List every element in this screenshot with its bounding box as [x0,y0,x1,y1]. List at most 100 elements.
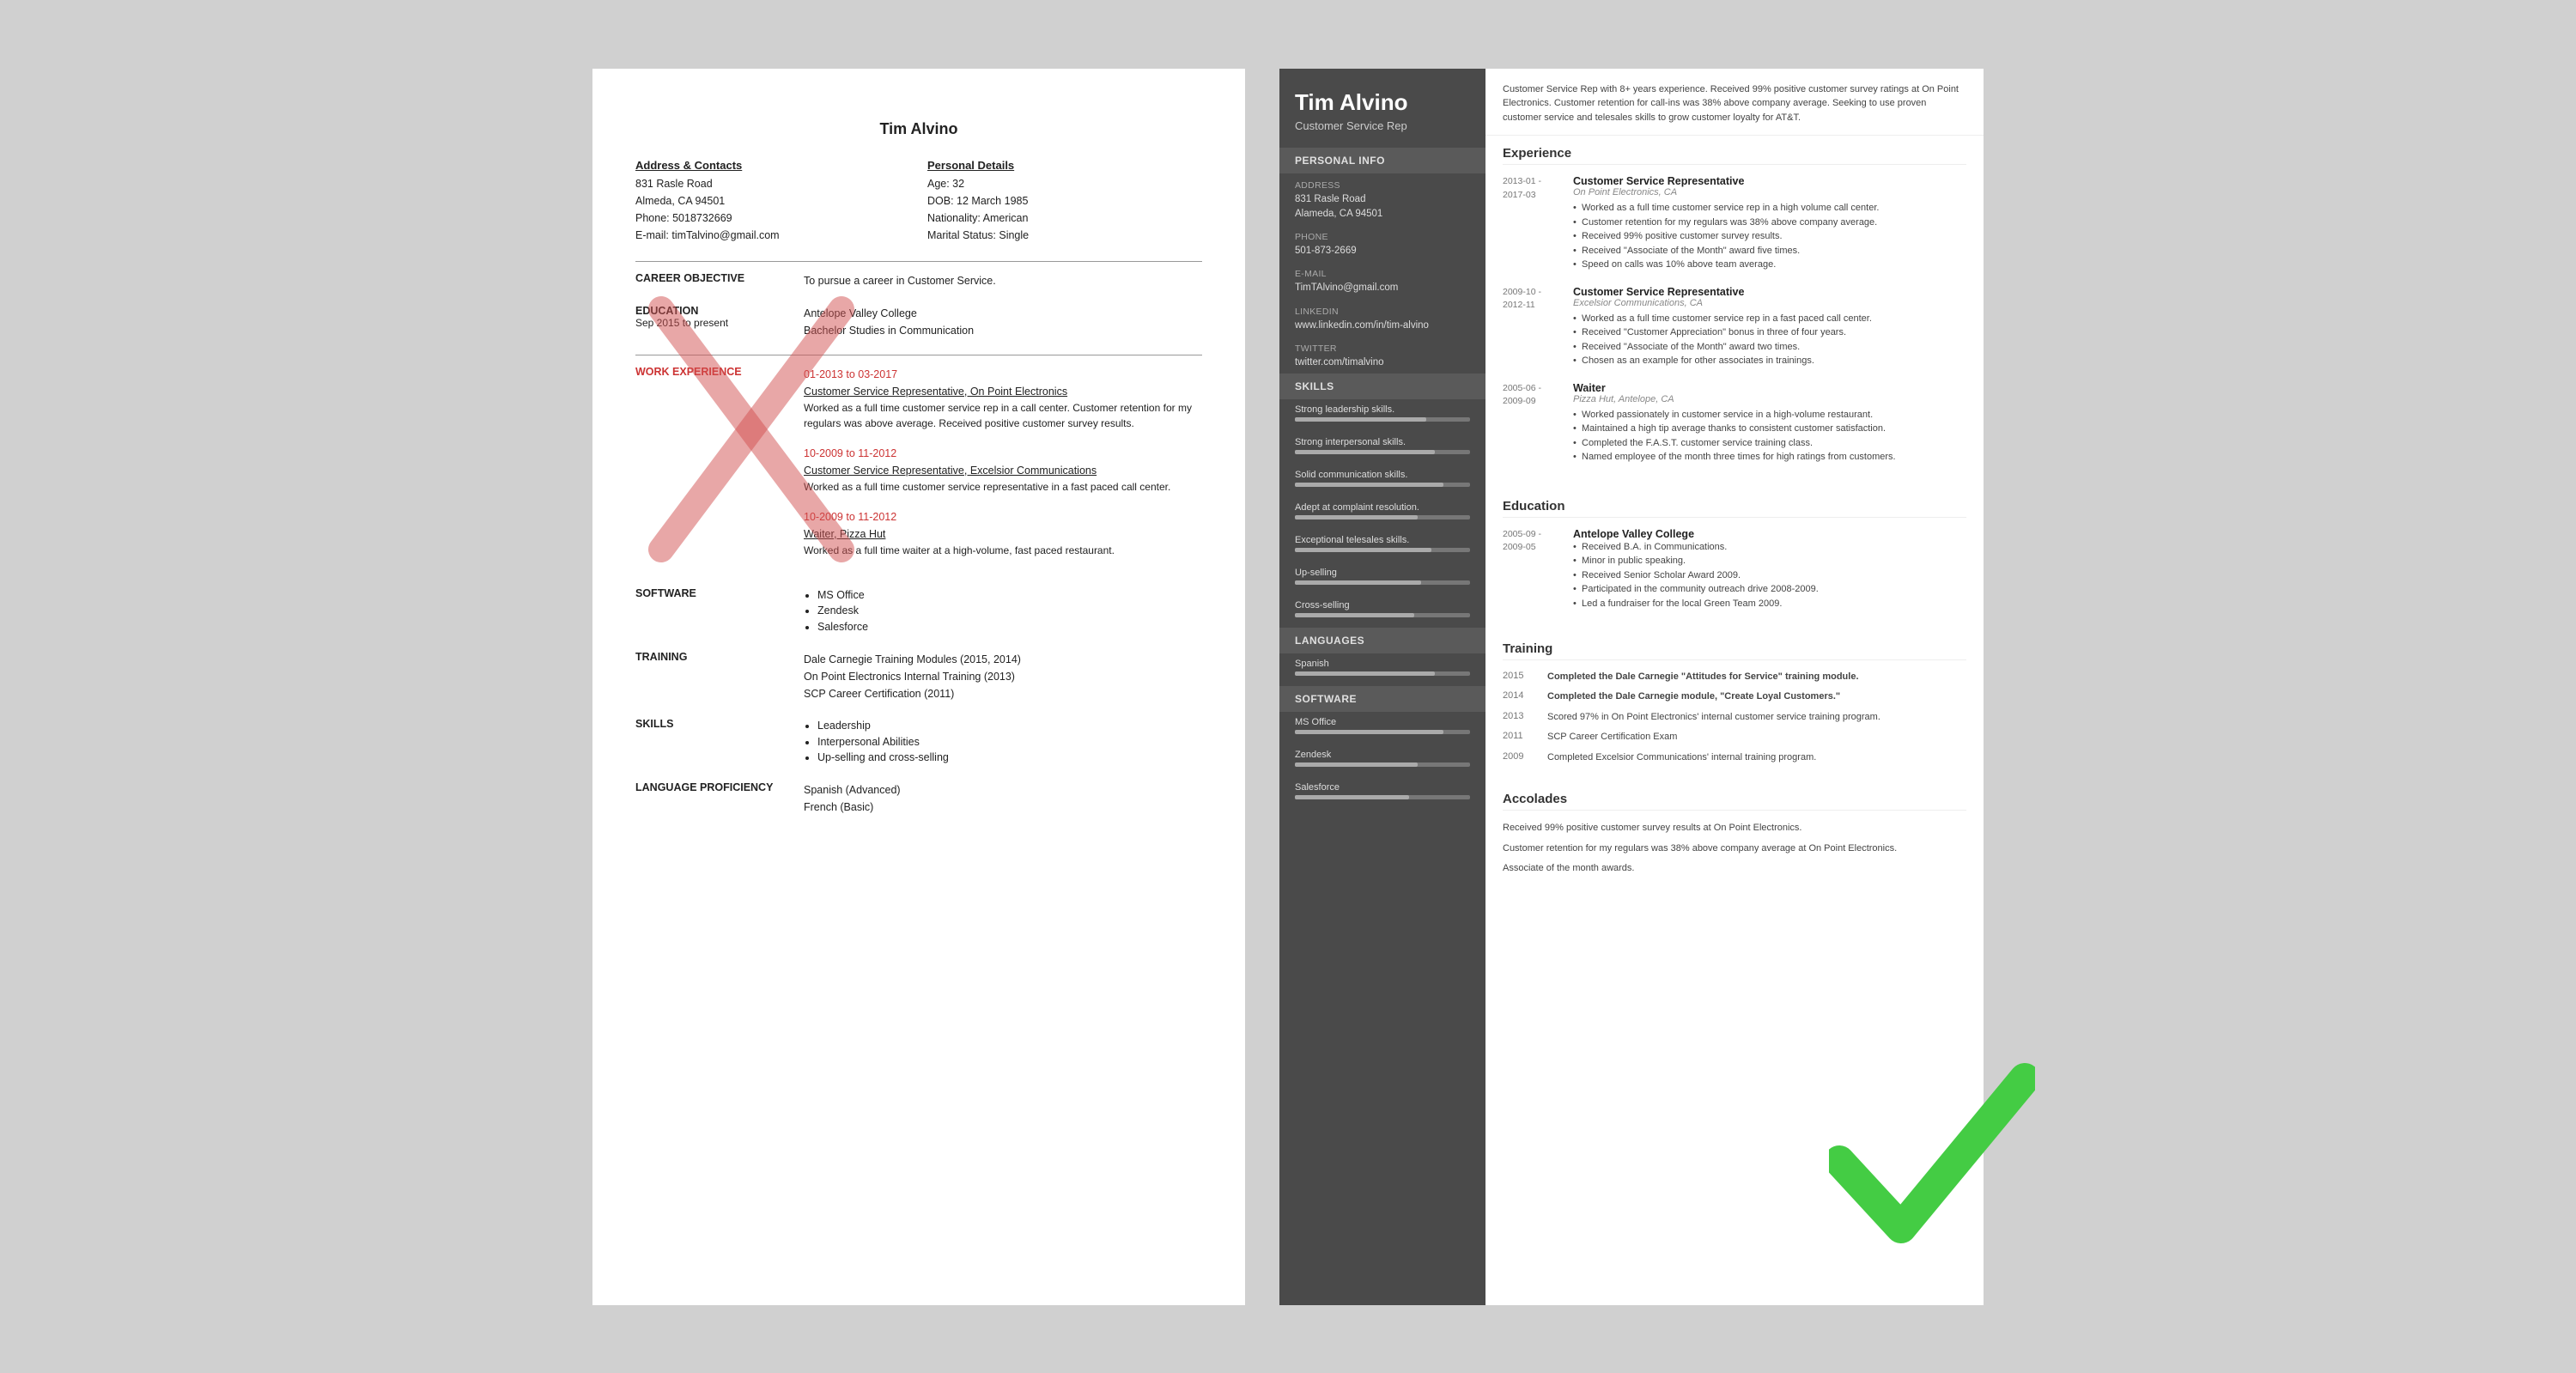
skill-bar-item: Cross-selling [1279,595,1485,628]
exp-bullet: Completed the F.A.S.T. customer service … [1573,436,1966,451]
sidebar-software: Software MS Office Zendesk Salesforce [1279,686,1485,810]
personal-info-label: Personal Info [1279,148,1485,173]
skill-label: Strong interpersonal skills. [1295,437,1470,447]
accolades-label: Accolades [1503,792,1966,811]
experience-item: 2005-06 -2009-09 Waiter Pizza Hut, Antel… [1503,382,1966,465]
skill-bar [1295,762,1470,767]
city-state: Almeda, CA 94501 [635,192,910,210]
training-desc: Completed the Dale Carnegie module, "Cre… [1547,690,1966,703]
work-label: WORK EXPERIENCE [635,366,790,572]
exp-bullet: Worked passionately in customer service … [1573,408,1966,422]
work-title-1[interactable]: Customer Service Representative, On Poin… [804,386,1067,398]
skills-label: SKILLS [635,718,790,766]
training-year: 2011 [1503,731,1537,744]
contact-left: Address & Contacts 831 Rasle Road Almeda… [635,159,910,244]
career-section: CAREER OBJECTIVE To pursue a career in C… [635,272,1202,289]
skill-bar-fill [1295,450,1435,454]
bad-resume: Tim Alvino Address & Contacts 831 Rasle … [592,69,1245,1305]
training-year: 2009 [1503,751,1537,764]
main-content: Customer Service Rep with 8+ years exper… [1485,69,1984,1305]
skill-bar-fill [1295,613,1414,617]
software-label: SOFTWARE [635,587,790,635]
sidebar-twitter: Twitter twitter.com/timalvino [1279,337,1485,374]
exp-dates: 2013-01 -2017-03 [1503,175,1563,272]
dob: DOB: 12 March 1985 [927,192,1202,210]
skill-label: Spanish [1295,659,1470,669]
exp-body: Waiter Pizza Hut, Antelope, CA Worked pa… [1573,382,1966,465]
skill-bar-fill [1295,580,1421,585]
sidebar-phone: Phone 501-873-2669 [1279,225,1485,262]
exp-bullet: Named employee of the month three times … [1573,450,1966,465]
exp-bullet: Worked as a full time customer service r… [1573,312,1966,326]
exp-bullet: Customer retention for my regulars was 3… [1573,216,1966,230]
work-title-3[interactable]: Waiter, Pizza Hut [804,528,885,540]
work-desc-3: Worked as a full time waiter at a high-v… [804,543,1202,558]
good-resume-wrapper: Tim Alvino Customer Service Rep Personal… [1279,69,1984,1305]
skill-bar [1295,730,1470,734]
exp-bullets: Worked as a full time customer service r… [1573,201,1966,272]
software-section: SOFTWARE MS Office Zendesk Salesforce [635,587,1202,635]
education-label: EDUCATION Sep 2015 to present [635,305,790,339]
edu-bullet: Received Senior Scholar Award 2009. [1573,568,1966,583]
skill-bar-item: Zendesk [1279,744,1485,777]
address-contacts-label: Address & Contacts [635,159,910,172]
software-bars: MS Office Zendesk Salesforce [1279,712,1485,810]
accolade-item: Associate of the month awards. [1503,861,1966,877]
skill-label: Salesforce [1295,782,1470,793]
email: E-mail: timTalvino@gmail.com [635,227,910,244]
sidebar-email: E-mail TimTAlvino@gmail.com [1279,262,1485,299]
training-year: 2015 [1503,671,1537,683]
exp-company: Excelsior Communications, CA [1573,298,1966,308]
sidebar: Tim Alvino Customer Service Rep Personal… [1279,69,1485,1305]
skill-bar [1295,417,1470,422]
edu-dates: 2005-09 -2009-05 [1503,528,1563,611]
training-list: 2015 Completed the Dale Carnegie "Attitu… [1503,671,1966,764]
software-item: MS Office [817,587,1202,604]
experience-label: Experience [1503,146,1966,165]
work-content: 01-2013 to 03-2017 Customer Service Repr… [804,366,1202,572]
exp-body: Customer Service Representative Excelsio… [1573,286,1966,368]
training-content: Dale Carnegie Training Modules (2015, 20… [804,651,1202,702]
languages-label: Languages [1279,628,1485,653]
skill-bar-fill [1295,483,1443,487]
personal-details: Personal Details Age: 32 DOB: 12 March 1… [927,159,1202,244]
bad-resume-name: Tim Alvino [635,120,1202,138]
training-desc: Completed Excelsior Communications' inte… [1547,751,1966,764]
skill-bar [1295,483,1470,487]
skill-bar-item: Strong leadership skills. [1279,399,1485,432]
exp-title: Customer Service Representative [1573,286,1966,298]
skill-label: Up-selling [1295,568,1470,578]
work-title-2[interactable]: Customer Service Representative, Excelsi… [804,465,1097,477]
education-item: 2005-09 -2009-05 Antelope Valley College… [1503,528,1966,611]
skill-label: Solid communication skills. [1295,470,1470,480]
exp-bullets: Worked as a full time customer service r… [1573,312,1966,368]
skill-item: Interpersonal Abilities [817,734,1202,750]
language-content: Spanish (Advanced) French (Basic) [804,781,1202,816]
career-label: CAREER OBJECTIVE [635,272,790,289]
exp-bullet: Received "Customer Appreciation" bonus i… [1573,325,1966,340]
exp-title: Customer Service Representative [1573,175,1966,187]
skill-bar-fill [1295,417,1426,422]
sidebar-header: Tim Alvino Customer Service Rep [1279,69,1485,148]
skill-bar-fill [1295,548,1431,552]
work-desc-1: Worked as a full time customer service r… [804,400,1202,431]
skills-content: Leadership Interpersonal Abilities Up-se… [804,718,1202,766]
marital: Marital Status: Single [927,227,1202,244]
skill-bar-item: Exceptional telesales skills. [1279,530,1485,562]
exp-bullet: Maintained a high tip average thanks to … [1573,422,1966,436]
experience-list: 2013-01 -2017-03 Customer Service Repres… [1503,175,1966,465]
skill-bar-item: MS Office [1279,712,1485,744]
contact-section: Address & Contacts 831 Rasle Road Almeda… [635,159,1202,244]
education-label: Education [1503,499,1966,518]
software-item: Zendesk [817,603,1202,619]
skill-bar [1295,548,1470,552]
skill-bar-item: Salesforce [1279,777,1485,810]
training-label: TRAINING [635,651,790,702]
education-content: Antelope Valley College Bachelor Studies… [804,305,1202,339]
education-section: EDUCATION Sep 2015 to present Antelope V… [635,305,1202,339]
exp-bullet: Chosen as an example for other associate… [1573,354,1966,368]
skill-bar-item: Strong interpersonal skills. [1279,432,1485,465]
main-header: Customer Service Rep with 8+ years exper… [1485,69,1984,137]
software-section-label: Software [1279,686,1485,712]
accolade-item: Customer retention for my regulars was 3… [1503,841,1966,857]
